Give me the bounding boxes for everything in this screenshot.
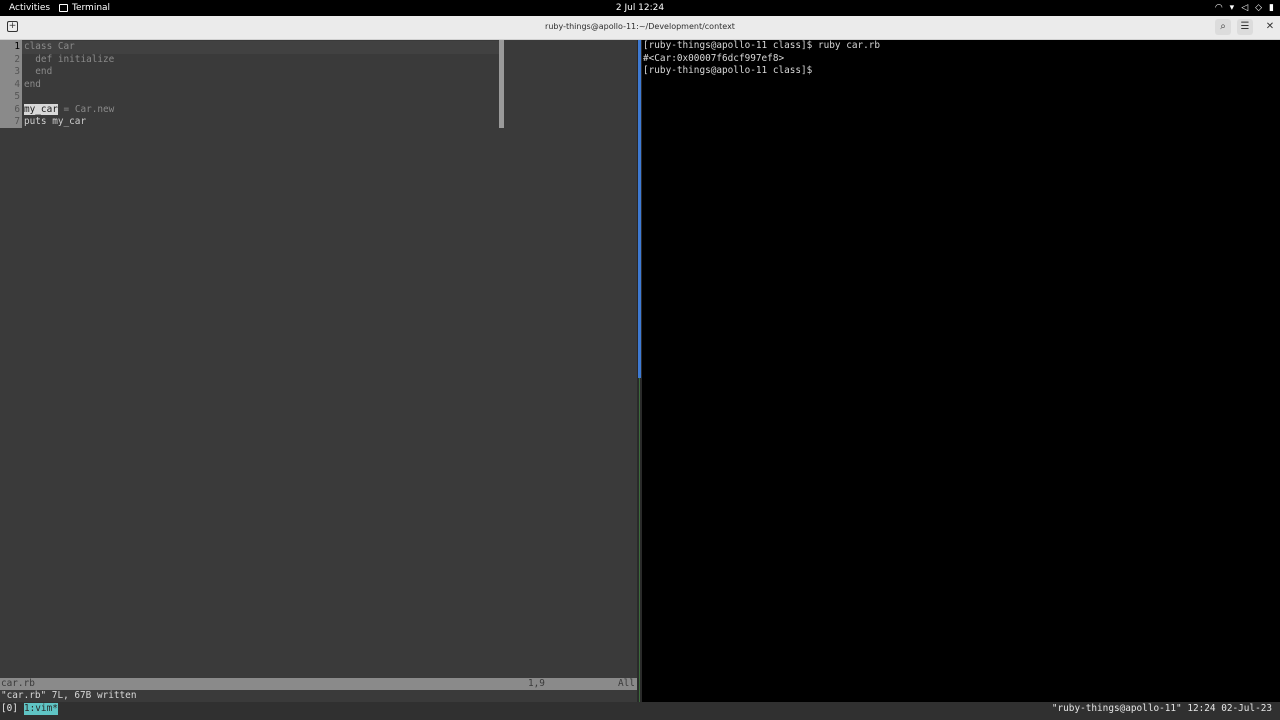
class-name: Car	[74, 103, 92, 115]
code-text: end	[24, 66, 53, 77]
clock[interactable]: 2 Jul 12:24	[0, 2, 1280, 14]
line-number: 2	[14, 53, 20, 65]
menu-button[interactable]: ☰	[1237, 19, 1253, 35]
vim-scrollbar[interactable]	[499, 40, 504, 128]
search-icon: ⌕	[1220, 21, 1226, 32]
shell-line: [ruby-things@apollo-11 class]$	[643, 65, 813, 76]
cursor-position: 1,9	[528, 678, 545, 689]
shell-line: [ruby-things@apollo-11 class]$ ruby car.…	[643, 40, 881, 51]
search-button[interactable]: ⌕	[1215, 19, 1231, 35]
code-line[interactable]: def initialize	[24, 54, 114, 67]
line-number: 5	[14, 91, 20, 102]
class-name: Car	[57, 41, 75, 52]
window-title: ruby-things@apollo-11:~/Development/cont…	[545, 22, 735, 31]
tmux-status-right: "ruby-things@apollo-11" 12:24 02-Jul-23	[1051, 703, 1272, 714]
code-text: end	[24, 78, 41, 90]
search-highlight: my_car	[24, 103, 58, 115]
volume-icon: ◁	[1241, 3, 1249, 13]
scroll-indicator: All	[618, 678, 635, 689]
cursor-line	[22, 41, 500, 54]
tmux-session: [0]	[1, 703, 18, 714]
line-number: 6	[14, 103, 20, 115]
vim-status-line: car.rb 1,9 All	[0, 678, 637, 690]
close-button[interactable]: ✕	[1262, 19, 1278, 35]
tmux-status-bar: [0] 1:vim* "ruby-things@apollo-11" 12:24…	[0, 703, 1280, 715]
vim-pane[interactable]: 1 2 3 4 5 6 7 class Car def initialize e…	[0, 40, 637, 702]
status-filename: car.rb	[1, 678, 35, 689]
line-number: 7	[14, 116, 20, 127]
terminal-content[interactable]: 1 2 3 4 5 6 7 class Car def initialize e…	[0, 40, 1280, 720]
code-line[interactable]: puts my_car	[24, 116, 86, 129]
tmux-window-tab[interactable]: 1:vim*	[24, 703, 58, 715]
code-line[interactable]: class Car	[24, 41, 75, 54]
code-line[interactable]: end	[24, 79, 41, 92]
line-number: 4	[14, 78, 20, 90]
code-text: =	[57, 103, 75, 115]
code-line[interactable]: end	[24, 66, 52, 79]
battery-icon: ▮	[1269, 3, 1274, 13]
terminal-header-bar: + ruby-things@apollo-11:~/Development/co…	[0, 16, 1280, 40]
pane-border	[639, 378, 640, 702]
line-number: 1	[14, 41, 20, 52]
active-pane-border	[638, 40, 641, 378]
shell-line: #<Car:0x00007f6dcf997ef8>	[643, 52, 785, 64]
code-text: .new	[91, 103, 115, 115]
line-number: 3	[14, 66, 20, 77]
code-text: puts my_car	[24, 116, 87, 127]
close-icon: ✕	[1265, 21, 1275, 32]
keyword: class	[24, 41, 53, 52]
hamburger-menu-icon: ☰	[1240, 21, 1250, 32]
wifi-icon: ◠	[1214, 3, 1223, 13]
vim-command-line: "car.rb" 7L, 67B written	[1, 690, 137, 701]
code-text: def initialize	[24, 53, 115, 65]
code-line[interactable]: my_car = Car.new	[24, 103, 115, 117]
system-tray[interactable]: ◠ ▾ ◁ ◇ ▮	[1215, 2, 1274, 14]
power-indicator-icon: ▾	[1229, 3, 1235, 13]
gnome-top-bar: Activities Terminal 2 Jul 12:24 ◠ ▾ ◁ ◇ …	[0, 0, 1280, 16]
shell-pane[interactable]: [ruby-things@apollo-11 class]$ ruby car.…	[642, 40, 1280, 702]
network-icon: ◇	[1255, 3, 1263, 13]
